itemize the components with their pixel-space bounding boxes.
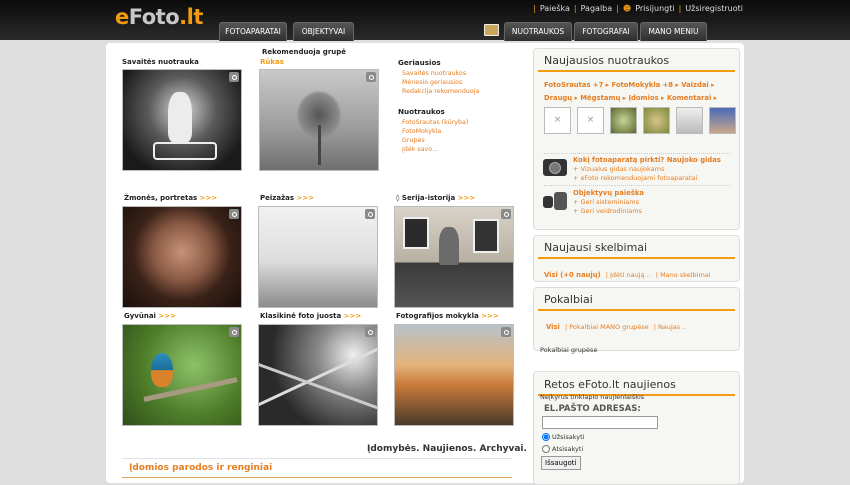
events-heading[interactable]: Įdomios parodos ir renginiai (129, 463, 272, 473)
zoom-icon[interactable] (501, 327, 511, 337)
views-link[interactable]: Vaizdai (681, 81, 709, 89)
zoom-icon[interactable] (229, 72, 239, 82)
film-photo[interactable] (258, 324, 378, 426)
stream-link[interactable]: FotoSrautas +7 (544, 81, 603, 89)
best-link[interactable]: Mėnesio geriausios (402, 78, 479, 87)
thumb-image[interactable] (676, 107, 703, 134)
photos-link[interactable]: Grupės (402, 136, 468, 145)
newest-photos-box: Naujausios nuotraukos FotoSrautas +7 ▸ F… (533, 48, 740, 230)
newest-thumbs: × × (544, 107, 736, 134)
photos-link[interactable]: FotoSrautas (kūryba) (402, 118, 468, 127)
camera-icon (543, 159, 567, 176)
chats-title: Pokalbiai (544, 293, 593, 306)
zoom-icon[interactable] (365, 209, 375, 219)
camera-guide-sub[interactable]: + eFoto rekomenduojami fotoaparatai (573, 174, 721, 183)
subscribe-radio[interactable] (542, 433, 550, 441)
zoom-icon[interactable] (229, 327, 239, 337)
newest-title: Naujausios nuotraukos (544, 54, 670, 67)
camera-guide-link[interactable]: Kokį fotoaparatą pirkti? Naujoko gidas (573, 156, 721, 165)
search-link[interactable]: Paieška (540, 4, 570, 13)
thumb-image[interactable] (610, 107, 637, 134)
tab-photographers[interactable]: FOTOGRAFAI (574, 22, 638, 41)
ads-title: Naujausi skelbimai (544, 241, 648, 254)
category-title[interactable]: Fotografijos mokykla >>> (396, 312, 499, 320)
login-link[interactable]: Prisijungti (635, 4, 674, 13)
ads-all-link[interactable]: Visi (+0 naujų) (544, 271, 601, 279)
comments-link[interactable]: Komentarai (667, 94, 711, 102)
interesting-link[interactable]: Įdomios (628, 94, 658, 102)
category-title[interactable]: ◊ Serija-istorija >>> (396, 194, 475, 202)
category-title[interactable]: Peizažas >>> (260, 194, 314, 202)
photos-section: Nuotraukos FotoSrautas (kūryba) FotoMoky… (398, 107, 468, 154)
subscribe-label: Užsisakyti (552, 433, 585, 441)
top-bar: eFoto.lt | Paieška | Pagalba | ☻ Prisijungti… (0, 0, 850, 41)
divider (122, 458, 512, 459)
unsubscribe-label: Atsisakyti (552, 445, 584, 453)
lens-sub[interactable]: + Geri sisteminiams (573, 198, 644, 207)
portrait-photo[interactable] (122, 206, 242, 308)
user-icon: ☻ (622, 4, 632, 13)
photos-link[interactable]: Įdėk savo... (402, 145, 468, 154)
interesting-heading: Įdomybės. Naujienos. Archyvai. (367, 444, 527, 454)
news-desc: Neįkyrus tinklapio naujienlaiškis (540, 393, 645, 401)
best-section: Geriausios Savaitės nuotraukos Mėnesio g… (398, 58, 479, 96)
unsubscribe-radio[interactable] (542, 445, 550, 453)
best-link[interactable]: Redakcija rekomenduoja (402, 87, 479, 96)
chats-box: Pokalbiai Visi | Pokalbiai MANO grupėse … (533, 287, 740, 354)
school-photo[interactable] (394, 324, 514, 426)
news-title: Retos eFoto.lt naujienos (544, 378, 676, 391)
group-title: Rekomenduoja grupė (262, 48, 347, 56)
school-link[interactable]: FotoMokykla +8 (611, 81, 673, 89)
tab-my-menu[interactable]: MANO MENIU (640, 22, 707, 41)
news-box: Retos eFoto.lt naujienos Neįkyrus tinkla… (533, 371, 740, 485)
thumb-placeholder[interactable]: × (577, 107, 604, 134)
site-logo[interactable]: eFoto.lt (115, 5, 203, 29)
email-label: EL.PAŠTO ADRESAS: (544, 404, 641, 414)
favorites-link[interactable]: Mėgstamų (580, 94, 620, 102)
week-photo-title: Savaitės nuotrauka (122, 58, 199, 66)
ads-new-link[interactable]: Įdėti naują .. (610, 271, 651, 279)
group-photo[interactable] (259, 69, 379, 171)
best-link[interactable]: Savaitės nuotraukos (402, 69, 479, 78)
animals-photo[interactable] (122, 324, 242, 426)
friends-link[interactable]: Draugų (544, 94, 572, 102)
register-link[interactable]: Užsiregistruoti (685, 4, 743, 13)
lens-icon (543, 192, 567, 210)
ads-box: Naujausi skelbimai Visi (+0 naujų) | Įdė… (533, 235, 740, 282)
ads-mine-link[interactable]: Mano skelbimai (660, 271, 711, 279)
series-photo[interactable] (394, 206, 514, 308)
lens-sub[interactable]: + Geri veidrodiniams (573, 207, 644, 216)
category-title[interactable]: Žmonės, portretas >>> (124, 194, 217, 202)
upload-icon[interactable] (484, 24, 499, 36)
help-link[interactable]: Pagalba (581, 4, 613, 13)
tab-lenses[interactable]: OBJEKTYVAI (293, 22, 354, 41)
photos-link[interactable]: FotoMokykla (402, 127, 468, 136)
chats-new-link[interactable]: Naujas .. (658, 323, 686, 331)
photos-title: Nuotraukos (398, 107, 445, 116)
thumb-placeholder[interactable]: × (544, 107, 571, 134)
tab-cameras[interactable]: FOTOAPARATAI (219, 22, 287, 41)
email-field[interactable] (542, 416, 658, 429)
category-title[interactable]: Klasikinė foto juosta >>> (260, 312, 361, 320)
best-title: Geriausios (398, 58, 441, 67)
zoom-icon[interactable] (229, 209, 239, 219)
save-button[interactable]: Išsaugoti (541, 456, 581, 470)
chats-all-link[interactable]: Visi (546, 323, 560, 331)
group-name[interactable]: Rūkas (260, 58, 284, 66)
thumb-image[interactable] (643, 107, 670, 134)
zoom-icon[interactable] (365, 327, 375, 337)
thumb-image[interactable] (709, 107, 736, 134)
week-photo[interactable] (122, 69, 242, 171)
chats-sub: Pokalbiai grupėse (540, 346, 598, 354)
tab-photos[interactable]: NUOTRAUKOS (504, 22, 572, 41)
camera-guide-sub[interactable]: + Vizualus gidas naujokams (573, 165, 721, 174)
zoom-icon[interactable] (501, 209, 511, 219)
lens-search-link[interactable]: Objektyvų paieška (573, 189, 644, 198)
zoom-icon[interactable] (366, 72, 376, 82)
top-links: | Paieška | Pagalba | ☻ Prisijungti | Užsireg… (533, 4, 743, 13)
category-title[interactable]: Gyvūnai >>> (124, 312, 176, 320)
landscape-photo[interactable] (258, 206, 378, 308)
chats-groups-link[interactable]: Pokalbiai MANO grupėse (569, 323, 648, 331)
